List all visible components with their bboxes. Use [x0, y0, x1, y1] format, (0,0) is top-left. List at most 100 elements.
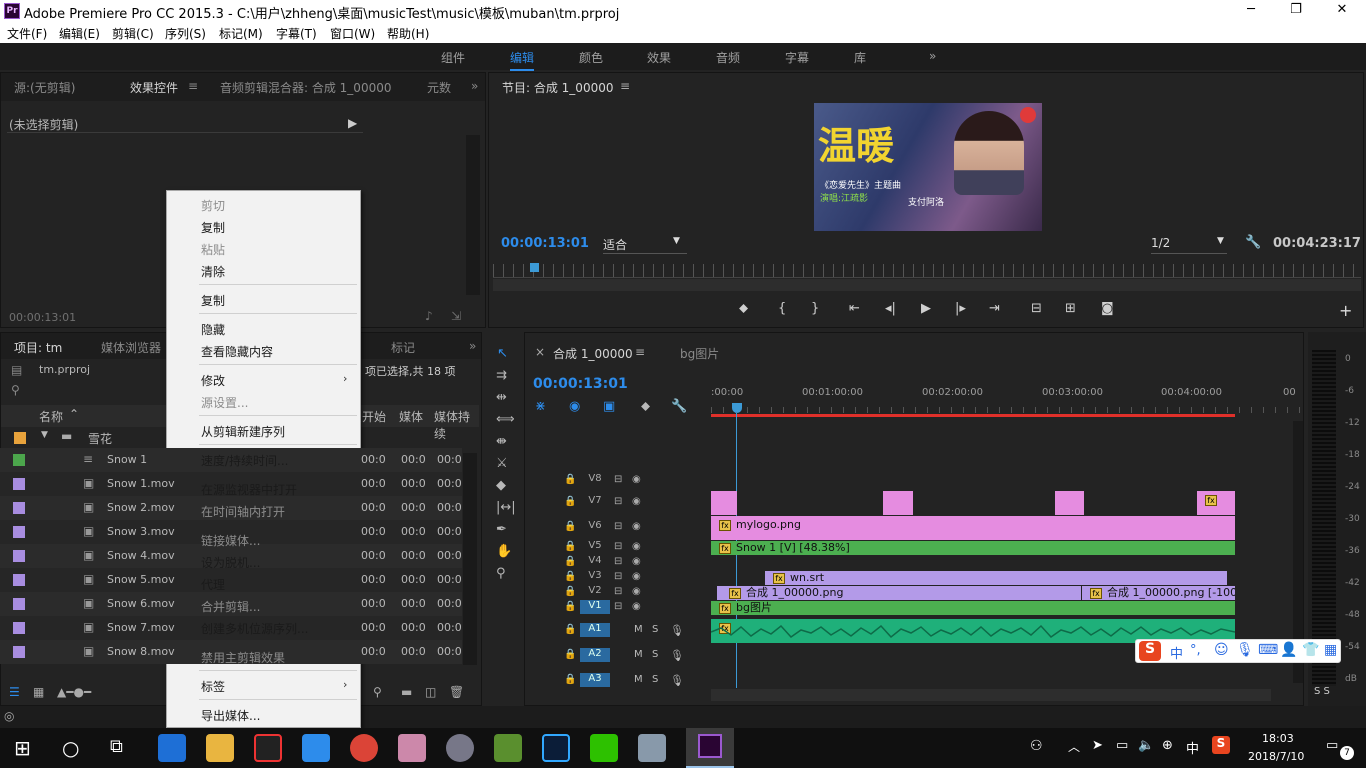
audition-icon[interactable]	[494, 734, 522, 762]
lock-icon[interactable]: 🔒	[564, 649, 576, 660]
camera-icon[interactable]: ◙	[1101, 301, 1114, 316]
track-name[interactable]: V1	[580, 600, 610, 614]
user-icon[interactable]: 👤	[1280, 642, 1297, 658]
context-menu-item[interactable]: 清除	[201, 263, 225, 280]
edge-browser-icon[interactable]	[158, 734, 186, 762]
find-icon[interactable]: ⚲	[373, 685, 382, 699]
project-scrollbar[interactable]	[463, 453, 477, 665]
selection-tool-icon[interactable]: ↖	[497, 346, 508, 361]
context-menu-item[interactable]: 复制	[201, 219, 225, 236]
sogou-tray-icon[interactable]: S	[1212, 736, 1230, 754]
tab-bg-image[interactable]: bg图片	[680, 345, 719, 362]
sync-lock-icon[interactable]: ⊟	[614, 586, 622, 597]
track-name[interactable]: V5	[580, 540, 610, 554]
track-name[interactable]: V8	[580, 473, 610, 487]
tab-markers[interactable]: 标记	[391, 339, 415, 356]
hand-tool-icon[interactable]: ✋	[496, 544, 512, 559]
context-menu-item[interactable]: 复制	[201, 292, 225, 309]
sync-lock-icon[interactable]: ⊟	[614, 496, 622, 507]
skin-shirt-icon[interactable]: 👕	[1302, 642, 1319, 658]
wechat-icon[interactable]	[590, 734, 618, 762]
microphone-icon[interactable]: 🎙	[670, 649, 684, 662]
context-menu-item[interactable]: 导出媒体...	[201, 707, 260, 724]
ime-punctuation[interactable]: °,	[1190, 643, 1201, 658]
eye-icon[interactable]: ◉	[632, 571, 641, 582]
sync-lock-icon[interactable]: ⊟	[614, 556, 622, 567]
ripple-edit-tool-icon[interactable]: ⇹	[496, 390, 507, 405]
clip-v7[interactable]: fx	[1197, 491, 1235, 515]
workspace-libraries[interactable]: 库	[854, 49, 866, 66]
zoom-tool-icon[interactable]: ⚲	[496, 566, 506, 581]
context-menu-item[interactable]: 从剪辑新建序列	[201, 423, 285, 440]
mute-button[interactable]: M	[634, 624, 643, 635]
label-color-swatch[interactable]	[13, 622, 25, 634]
scrollbar[interactable]	[466, 135, 480, 295]
lock-icon[interactable]: 🔒	[564, 571, 576, 582]
track-name[interactable]: V4	[580, 555, 610, 569]
disclosure-triangle-icon[interactable]: ▼	[41, 430, 48, 440]
network-icon[interactable]: ▭	[1116, 738, 1128, 753]
cortana-search-icon[interactable]: ○	[62, 736, 79, 760]
maximize-button[interactable]: ❐	[1281, 2, 1311, 17]
ime-mode-chinese[interactable]: 中	[1170, 643, 1183, 662]
menu-file[interactable]: 文件(F)	[7, 25, 47, 42]
clip-v7[interactable]	[883, 491, 913, 515]
lock-icon[interactable]: 🔒	[564, 474, 576, 485]
clip-v7[interactable]	[711, 491, 737, 515]
tab-audio-clip-mixer[interactable]: 音频剪辑混合器: 合成 1_00000	[220, 79, 391, 96]
label-color-swatch[interactable]	[13, 454, 25, 466]
solo-button[interactable]: S	[652, 624, 658, 635]
step-forward-icon[interactable]: |▸	[955, 301, 966, 316]
column-start[interactable]: 开始	[362, 408, 386, 425]
label-color-swatch[interactable]	[13, 526, 25, 538]
sync-lock-icon[interactable]: ⊟	[614, 474, 622, 485]
label-color-swatch[interactable]	[13, 550, 25, 562]
slide-tool-icon[interactable]: |↔|	[496, 500, 516, 515]
eye-icon[interactable]: ◉	[632, 541, 641, 552]
sync-lock-icon[interactable]: ⊟	[614, 601, 622, 612]
tab-media-browser[interactable]: 媒体浏览器	[101, 339, 161, 356]
volume-icon[interactable]: 🔈	[1138, 738, 1154, 753]
go-to-out-icon[interactable]: ⇥	[989, 301, 1000, 316]
program-scrubber[interactable]	[493, 264, 1361, 278]
tab-project[interactable]: 项目: tm	[14, 339, 62, 356]
context-menu-item[interactable]: 标签	[201, 678, 225, 695]
rate-stretch-tool-icon[interactable]: ⇼	[496, 434, 507, 449]
context-menu-item[interactable]: 设为脱机...	[201, 554, 260, 571]
label-color-swatch[interactable]	[13, 478, 25, 490]
label-color-swatch[interactable]	[13, 502, 25, 514]
tab-metadata[interactable]: 元数	[427, 79, 451, 96]
rolling-edit-tool-icon[interactable]: ⟺	[496, 412, 515, 427]
premiere-taskbar-button[interactable]	[686, 728, 734, 768]
extract-icon[interactable]: ⊞	[1065, 301, 1076, 316]
solo-button[interactable]: S	[652, 674, 658, 685]
export-icon[interactable]: ⇲	[451, 309, 461, 323]
menu-marker[interactable]: 标记(M)	[219, 25, 263, 42]
sync-lock-icon[interactable]: ⊟	[614, 521, 622, 532]
send-icon[interactable]: ➤	[1092, 738, 1103, 753]
lock-icon[interactable]: 🔒	[564, 556, 576, 567]
minimize-button[interactable]: ─	[1236, 2, 1266, 17]
eye-icon[interactable]: ◉	[632, 586, 641, 597]
context-menu-item[interactable]: 查看隐藏内容	[201, 343, 273, 360]
tab-effect-controls[interactable]: 效果控件	[130, 79, 178, 96]
panel-menu-icon[interactable]: ≡	[620, 79, 630, 93]
new-bin-icon[interactable]: ▬	[401, 685, 412, 699]
notes-app-icon[interactable]	[302, 734, 330, 762]
grid-menu-icon[interactable]: ▦	[1324, 642, 1337, 658]
clock-time[interactable]: 18:03	[1262, 732, 1294, 745]
menu-title[interactable]: 字幕(T)	[276, 25, 317, 42]
add-marker-tl-icon[interactable]: ▣	[603, 399, 615, 414]
label-color-swatch[interactable]	[13, 598, 25, 610]
chevron-up-icon[interactable]: ︿	[1068, 738, 1080, 755]
label-color-swatch[interactable]	[13, 574, 25, 586]
delete-icon[interactable]: 🗑	[449, 685, 464, 699]
workspace-effects[interactable]: 效果	[647, 49, 671, 66]
sogou-logo-icon[interactable]: S	[1139, 641, 1161, 661]
track-name[interactable]: V3	[580, 570, 610, 584]
context-menu-item[interactable]: 代理	[201, 576, 225, 593]
column-media[interactable]: 媒体	[399, 408, 423, 425]
menu-help[interactable]: 帮助(H)	[387, 25, 429, 42]
notification-icon[interactable]: ▭	[1326, 738, 1338, 753]
add-marker-icon[interactable]: ⬥	[739, 301, 748, 316]
